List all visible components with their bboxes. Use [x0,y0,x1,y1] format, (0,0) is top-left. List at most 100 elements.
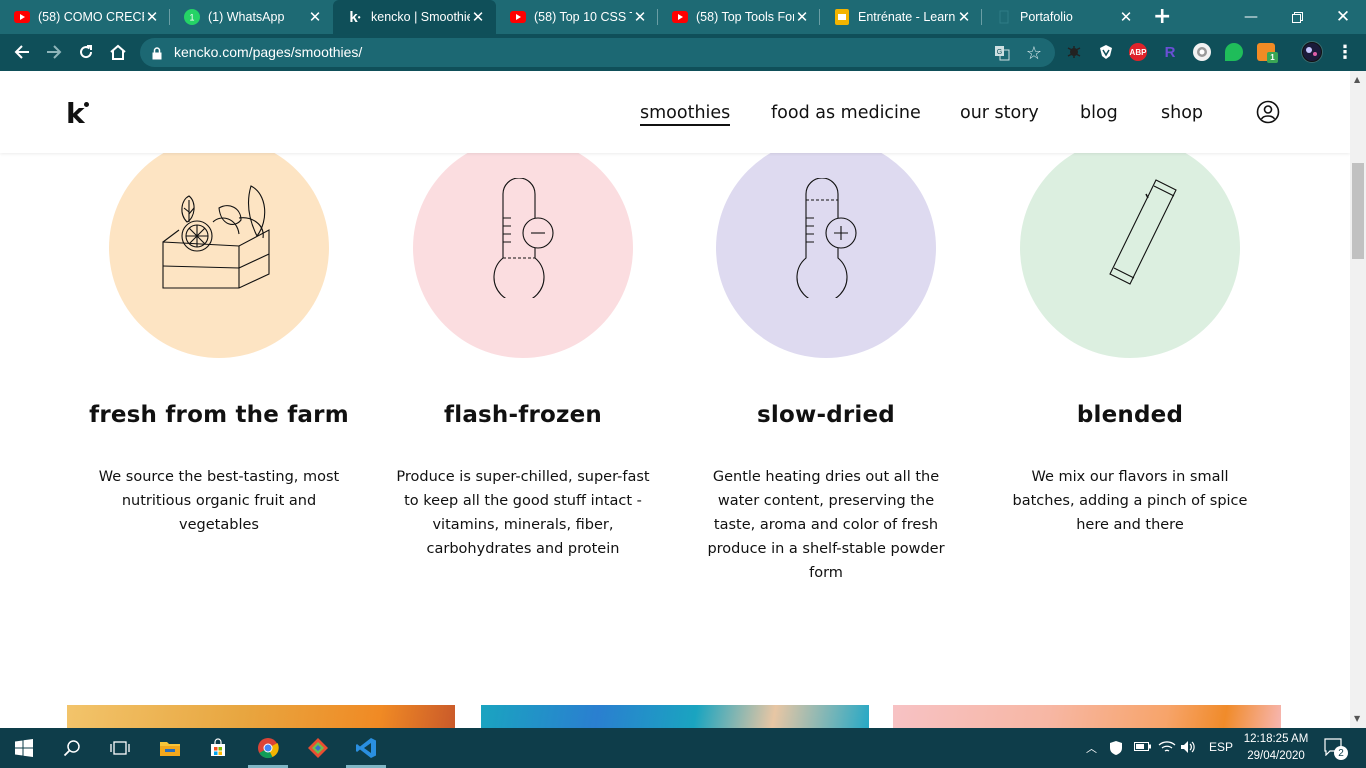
tab-close-icon[interactable]: ✕ [1118,8,1134,26]
reload-button[interactable] [74,40,98,64]
defender-icon[interactable] [1108,740,1124,759]
browser-tab[interactable]: Entrénate - Learnir ✕ [820,0,982,34]
browser-tab[interactable]: Portafolio ✕ [982,0,1144,34]
recipe-photo[interactable] [893,705,1281,728]
notification-count: 2 [1334,746,1348,760]
language-indicator[interactable]: ESP [1209,740,1233,754]
site-header: k smoothies food as medicine our story b… [0,71,1350,153]
powder-packet-icon [1109,179,1177,285]
browser-tab[interactable]: 1 (1) WhatsApp ✕ [170,0,333,34]
tab-title: (1) WhatsApp [208,10,285,24]
kencko-logo[interactable]: k [66,97,89,130]
orange-extension-icon[interactable]: 1 [1257,43,1278,63]
nav-smoothies[interactable]: smoothies [640,103,731,126]
back-button[interactable] [10,40,34,64]
shield-extension-icon[interactable] [1097,43,1115,61]
tab-title: (58) COMO CRECE [38,10,144,24]
profile-avatar[interactable] [1301,41,1323,63]
nav-food-as-medicine[interactable]: food as medicine [771,103,921,123]
tab-close-icon[interactable]: ✕ [144,8,160,26]
youtube-icon [14,9,30,25]
chrome-menu-icon[interactable]: ⋮ [1333,40,1357,64]
feature-title: slow-dried [757,402,895,428]
nav-our-story[interactable]: our story [960,103,1039,123]
windows-taskbar: ︿ ESP 12:18:25 AM 29/04/2020 2 [0,728,1366,768]
thermometer-plus-icon [796,178,857,298]
logo-letter: k [66,97,85,130]
tray-expand-icon[interactable]: ︿ [1086,740,1097,756]
tab-close-icon[interactable]: ✕ [632,8,648,26]
account-icon[interactable] [1256,100,1280,128]
produce-crate-icon [162,185,270,289]
scroll-down-icon[interactable]: ▼ [1354,714,1360,723]
green-extension-icon[interactable] [1225,43,1243,61]
feature-title: blended [1076,402,1184,428]
home-button[interactable] [106,40,130,64]
task-view-icon[interactable] [108,736,132,760]
battery-icon[interactable] [1134,740,1152,755]
tab-title: Portafolio [1020,10,1073,24]
browser-tab[interactable]: (58) Top 10 CSS Tr ✕ [496,0,658,34]
git-kraken-icon[interactable] [306,736,330,760]
page-scrollbar[interactable]: ▲ ▼ [1350,71,1366,728]
browser-tab-strip: (58) COMO CRECE ✕ 1 (1) WhatsApp ✕ k • ke… [0,0,1366,34]
file-explorer-icon[interactable] [158,736,182,760]
feature-description: We mix our flavors in small batches, add… [1012,469,1248,533]
lock-icon [152,45,162,64]
new-tab-button[interactable]: + [1153,4,1171,29]
youtube-icon [510,9,526,25]
svg-text:G: G [997,49,1002,56]
translate-icon[interactable]: G [992,43,1012,63]
scrollbar-thumb[interactable] [1352,163,1364,259]
logo-dot [84,102,89,107]
volume-icon[interactable] [1180,740,1196,757]
thermometer-minus-icon [493,178,554,298]
browser-tab[interactable]: (58) Top Tools For ✕ [658,0,820,34]
page-viewport: k smoothies food as medicine our story b… [0,71,1350,728]
tab-title: (58) Top Tools For [696,10,794,24]
nav-blog[interactable]: blog [1080,103,1118,123]
whatsapp-icon: 1 [184,9,200,25]
address-bar[interactable]: kencko.com/pages/smoothies/ G ☆ [140,38,1055,67]
browser-tab-active[interactable]: k • kencko | Smoothie ✕ [333,0,496,34]
system-clock[interactable]: 12:18:25 AM 29/04/2020 [1240,731,1312,765]
google-slides-icon [834,9,850,25]
scroll-up-icon[interactable]: ▲ [1354,75,1360,84]
feature-circle [1020,138,1240,358]
feature-description: Gentle heating dries out all the water c… [707,469,945,581]
tab-close-icon[interactable]: ✕ [956,8,972,26]
tab-close-icon[interactable]: ✕ [794,8,810,26]
windows-start-icon[interactable] [12,736,36,760]
bookmark-star-icon[interactable]: ☆ [1024,43,1044,64]
restore-icon[interactable] [1274,0,1320,34]
tab-close-icon[interactable]: ✕ [307,8,323,26]
record-extension-icon[interactable] [1193,43,1211,61]
nav-shop[interactable]: shop [1161,103,1203,123]
vscode-icon[interactable] [354,736,378,760]
feature-title: flash-frozen [444,402,602,428]
adblock-plus-icon[interactable]: ABP [1129,43,1147,61]
feature-circle [716,138,936,358]
search-icon[interactable] [60,736,84,760]
feature-description: Produce is super-chilled, super-fast to … [396,469,650,557]
r-extension-icon[interactable]: R [1161,43,1179,61]
recipe-photo[interactable] [67,705,455,728]
microsoft-store-icon[interactable] [206,736,230,760]
tab-close-icon[interactable]: ✕ [470,8,486,26]
browser-tab[interactable]: (58) COMO CRECE ✕ [0,0,170,34]
extension-badge: 1 [1267,52,1278,63]
wifi-icon[interactable] [1158,740,1176,757]
clock-time: 12:18:25 AM [1243,733,1309,745]
minimize-icon[interactable]: — [1228,0,1274,34]
tab-title: kencko | Smoothie [371,10,470,24]
recipe-photo[interactable] [481,705,869,728]
url-text: kencko.com/pages/smoothies/ [174,44,363,60]
close-window-icon[interactable]: ✕ [1320,0,1366,34]
extension-icon[interactable] [1065,43,1083,61]
chrome-icon[interactable] [256,736,280,760]
feature-circle [413,138,633,358]
forward-button[interactable] [42,40,66,64]
kencko-icon: k • [349,8,361,26]
notifications-icon[interactable]: 2 [1324,738,1348,760]
feature-description: We source the best-tasting, most nutriti… [98,469,340,533]
